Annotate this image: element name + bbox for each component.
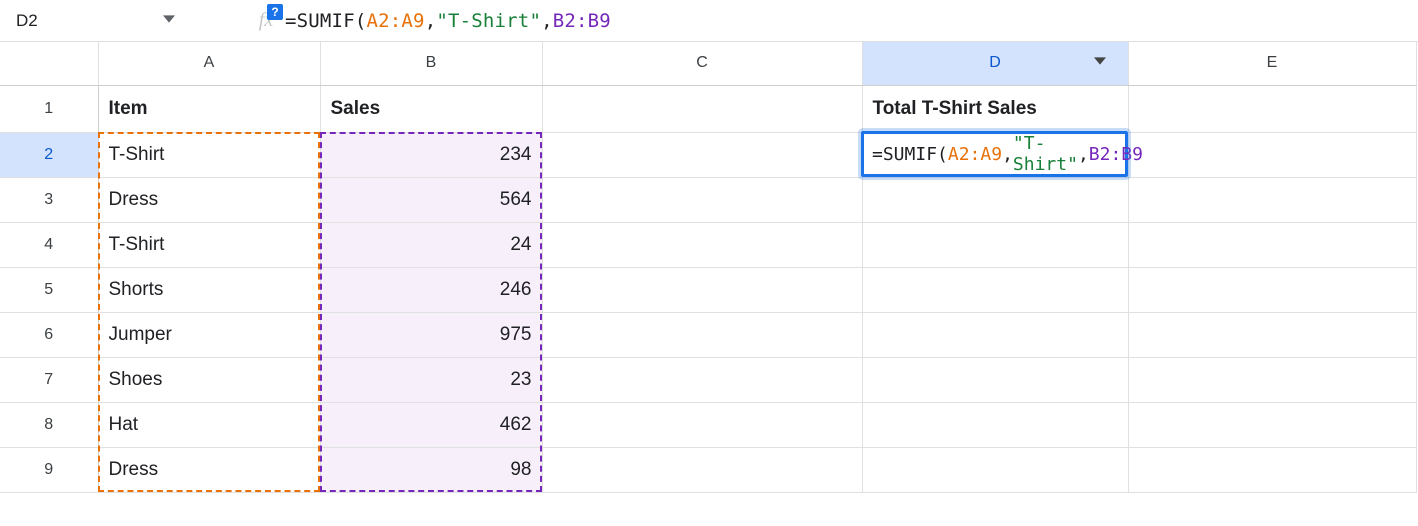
row-header-6[interactable]: 6 bbox=[0, 312, 98, 357]
cell-A8[interactable]: Hat bbox=[98, 402, 320, 447]
cell-E6[interactable] bbox=[1128, 312, 1416, 357]
cell-E7[interactable] bbox=[1128, 357, 1416, 402]
cell-B6[interactable]: 975 bbox=[320, 312, 542, 357]
cell-A9[interactable]: Dress bbox=[98, 447, 320, 492]
cell-D8[interactable] bbox=[862, 402, 1128, 447]
formula-function-name: SUMIF bbox=[297, 10, 355, 32]
ac-r1: A2:A9 bbox=[948, 144, 1002, 165]
cell-D1[interactable]: Total T-Shirt Sales bbox=[862, 85, 1128, 132]
formula-help-badge[interactable]: ? bbox=[267, 4, 283, 20]
row-header-1[interactable]: 1 bbox=[0, 85, 98, 132]
ac-r2: B2:B9 bbox=[1089, 144, 1143, 165]
spreadsheet-grid[interactable]: A B C D E 1 Item Sales Total T-Shirt Sal… bbox=[0, 42, 1418, 493]
formula-equals: = bbox=[285, 10, 297, 32]
col-header-dropdown-icon[interactable] bbox=[1094, 54, 1106, 72]
formula-sep-2: , bbox=[541, 10, 553, 32]
row-header-2[interactable]: 2 bbox=[0, 132, 98, 177]
cell-A6[interactable]: Jumper bbox=[98, 312, 320, 357]
formula-input[interactable]: =SUMIF(A2:A9,"T-Shirt",B2:B9 bbox=[285, 10, 611, 32]
formula-bar-row: D2 fx ? =SUMIF(A2:A9,"T-Shirt",B2:B9 bbox=[0, 0, 1418, 42]
ac-eq: = bbox=[872, 144, 883, 165]
select-all-corner[interactable] bbox=[0, 42, 98, 85]
cell-B9[interactable]: 98 bbox=[320, 447, 542, 492]
formula-range-2: B2:B9 bbox=[553, 10, 611, 32]
cell-C9[interactable] bbox=[542, 447, 862, 492]
formula-range-1: A2:A9 bbox=[366, 10, 424, 32]
formula-open-paren: ( bbox=[355, 10, 367, 32]
cell-D6[interactable] bbox=[862, 312, 1128, 357]
cell-B7[interactable]: 23 bbox=[320, 357, 542, 402]
cell-D9[interactable] bbox=[862, 447, 1128, 492]
formula-bar[interactable]: fx ? =SUMIF(A2:A9,"T-Shirt",B2:B9 bbox=[253, 10, 611, 32]
row-header-7[interactable]: 7 bbox=[0, 357, 98, 402]
cell-D3[interactable] bbox=[862, 177, 1128, 222]
col-header-D[interactable]: D bbox=[862, 42, 1128, 85]
cell-E5[interactable] bbox=[1128, 267, 1416, 312]
name-box-value: D2 bbox=[16, 11, 155, 31]
cell-B8[interactable]: 462 bbox=[320, 402, 542, 447]
row-header-3[interactable]: 3 bbox=[0, 177, 98, 222]
cell-B3[interactable]: 564 bbox=[320, 177, 542, 222]
cell-A5[interactable]: Shorts bbox=[98, 267, 320, 312]
cell-C1[interactable] bbox=[542, 85, 862, 132]
ac-fn: SUMIF bbox=[883, 144, 937, 165]
cell-A4[interactable]: T-Shirt bbox=[98, 222, 320, 267]
col-header-B[interactable]: B bbox=[320, 42, 542, 85]
row-header-5[interactable]: 5 bbox=[0, 267, 98, 312]
row-header-9[interactable]: 9 bbox=[0, 447, 98, 492]
col-header-C[interactable]: C bbox=[542, 42, 862, 85]
cell-B2[interactable]: 234 bbox=[320, 132, 542, 177]
ac-open: ( bbox=[937, 144, 948, 165]
active-cell-editor[interactable]: =SUMIF(A2:A9,"T-Shirt",B2:B9 bbox=[861, 131, 1128, 177]
cell-D7[interactable] bbox=[862, 357, 1128, 402]
col-header-D-label: D bbox=[989, 54, 1001, 71]
row-header-4[interactable]: 4 bbox=[0, 222, 98, 267]
cell-E4[interactable] bbox=[1128, 222, 1416, 267]
fx-icon[interactable]: fx ? bbox=[253, 10, 279, 32]
name-box[interactable]: D2 bbox=[8, 7, 183, 35]
ac-str: "T-Shirt" bbox=[1013, 133, 1078, 175]
cell-E1[interactable] bbox=[1128, 85, 1416, 132]
cell-C6[interactable] bbox=[542, 312, 862, 357]
cell-C5[interactable] bbox=[542, 267, 862, 312]
cell-A3[interactable]: Dress bbox=[98, 177, 320, 222]
cell-E8[interactable] bbox=[1128, 402, 1416, 447]
cell-B4[interactable]: 24 bbox=[320, 222, 542, 267]
cell-E3[interactable] bbox=[1128, 177, 1416, 222]
ac-s2: , bbox=[1078, 144, 1089, 165]
formula-criteria-string: "T-Shirt" bbox=[436, 10, 541, 32]
row-header-8[interactable]: 8 bbox=[0, 402, 98, 447]
cell-D5[interactable] bbox=[862, 267, 1128, 312]
col-header-E[interactable]: E bbox=[1128, 42, 1416, 85]
cell-C8[interactable] bbox=[542, 402, 862, 447]
cell-C4[interactable] bbox=[542, 222, 862, 267]
cell-B5[interactable]: 246 bbox=[320, 267, 542, 312]
cell-E2[interactable] bbox=[1128, 132, 1416, 177]
name-box-dropdown-icon[interactable] bbox=[163, 13, 175, 28]
cell-C7[interactable] bbox=[542, 357, 862, 402]
formula-sep-1: , bbox=[425, 10, 437, 32]
cell-E9[interactable] bbox=[1128, 447, 1416, 492]
cell-A7[interactable]: Shoes bbox=[98, 357, 320, 402]
cell-A1[interactable]: Item bbox=[98, 85, 320, 132]
cell-D4[interactable] bbox=[862, 222, 1128, 267]
cell-C2[interactable] bbox=[542, 132, 862, 177]
cell-B1[interactable]: Sales bbox=[320, 85, 542, 132]
col-header-A[interactable]: A bbox=[98, 42, 320, 85]
cell-A2[interactable]: T-Shirt bbox=[98, 132, 320, 177]
ac-s1: , bbox=[1002, 144, 1013, 165]
cell-C3[interactable] bbox=[542, 177, 862, 222]
